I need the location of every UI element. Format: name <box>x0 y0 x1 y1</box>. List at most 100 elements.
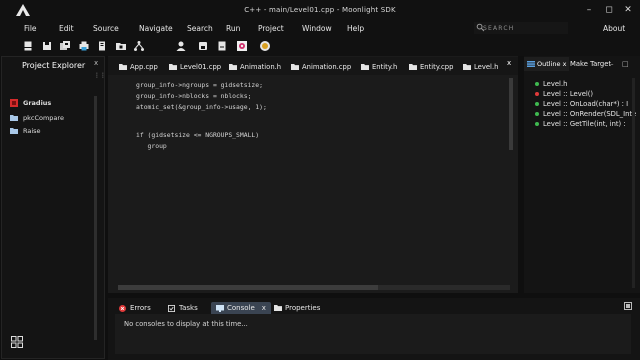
close-button[interactable]: ✕ <box>622 4 634 16</box>
tab-label: Console <box>227 304 255 312</box>
menu-help[interactable]: Help <box>347 24 364 33</box>
console-close-button[interactable]: x <box>262 304 266 312</box>
tab-level01-cpp[interactable]: Level01.cpp <box>169 60 221 74</box>
tab-animation-cpp[interactable]: Animation.cpp <box>291 60 351 74</box>
outline-maximize-button[interactable]: □ <box>622 60 629 68</box>
tab-label: Outline x <box>537 60 567 68</box>
menu-run[interactable]: Run <box>226 24 240 33</box>
user-icon[interactable] <box>175 40 187 52</box>
window-title: C++ - main/Level01.cpp - Moonlight SDK <box>244 6 396 14</box>
tab-label: Errors <box>130 304 151 312</box>
tab-console[interactable]: Console x <box>211 302 271 314</box>
outline-icon <box>527 61 535 67</box>
status-dot <box>535 122 539 126</box>
maximize-panel-icon[interactable] <box>624 302 632 310</box>
tree-item-label: pkcCompare <box>23 114 64 122</box>
tab-label: Entity.cpp <box>420 63 454 71</box>
tab-make-target[interactable]: Make Target <box>570 60 611 68</box>
status-dot <box>535 92 539 96</box>
build-icon[interactable] <box>96 40 108 52</box>
explorer-close-button[interactable]: x <box>94 59 98 67</box>
outline-item-label: Level :: GetTile(int, int) : <box>543 120 626 128</box>
menu-source[interactable]: Source <box>93 24 119 33</box>
document-icon[interactable] <box>216 40 228 52</box>
tab-label: Animation.h <box>240 63 282 71</box>
menu-search[interactable]: Search <box>187 24 213 33</box>
minimize-button[interactable]: – <box>583 4 595 16</box>
file-icon <box>229 64 237 70</box>
tree-item-gradius[interactable]: Gradius <box>10 99 51 109</box>
project-icon <box>10 99 18 107</box>
outline-item[interactable]: Level :: GetTile(int, int) : <box>535 120 626 128</box>
folder-icon <box>10 128 18 134</box>
maximize-button[interactable]: ◻ <box>603 4 615 16</box>
tab-label: Animation.cpp <box>302 63 352 71</box>
menu-about[interactable]: About <box>603 24 625 33</box>
outline-minimize-button[interactable]: – <box>610 60 614 68</box>
print-icon[interactable] <box>78 40 90 52</box>
editor-vertical-scrollbar[interactable] <box>509 78 513 150</box>
menu-window[interactable]: Window <box>302 24 332 33</box>
menu-file[interactable]: File <box>24 24 37 33</box>
tasks-icon <box>168 304 175 312</box>
tab-properties[interactable]: Properties <box>274 302 320 314</box>
tab-entity-cpp[interactable]: Entity.cpp <box>409 60 453 74</box>
editor-horizontal-scroll-thumb[interactable] <box>118 285 378 290</box>
error-icon <box>119 304 126 312</box>
folder-icon <box>274 305 282 311</box>
console-icon <box>216 304 224 312</box>
status-dot <box>535 112 539 116</box>
tree-item-raise[interactable]: Raise <box>10 127 41 137</box>
code-line: group <box>136 142 167 150</box>
outline-item[interactable]: Level :: OnLoad(char*) : I <box>535 100 628 108</box>
explorer-title: Project Explorer <box>22 61 86 70</box>
save-all-icon[interactable] <box>59 40 71 52</box>
status-dot <box>535 102 539 106</box>
tab-level-h[interactable]: Level.h <box>463 60 498 74</box>
explorer-scrollbar[interactable] <box>94 96 97 340</box>
outline-item[interactable]: Level :: OnRender(SDL_Inte <box>535 110 636 118</box>
file-icon <box>361 64 369 70</box>
code-line: atomic_set(&group_info->usage, 1); <box>136 103 267 111</box>
layout-grid-icon[interactable] <box>11 336 23 348</box>
tab-label: Level01.cpp <box>180 63 222 71</box>
database-icon[interactable] <box>197 40 209 52</box>
tab-close-button[interactable]: x <box>507 59 511 67</box>
outline-item[interactable]: Level.h <box>535 80 567 88</box>
outline-scrollbar[interactable] <box>632 78 635 288</box>
tab-label: App.cpp <box>130 63 158 71</box>
outline-item[interactable]: Level :: Level() <box>535 90 593 98</box>
tree-item-pkccompare[interactable]: pkcCompare <box>10 114 64 124</box>
code-line: group_info->ngroups = gidsetsize; <box>136 81 263 89</box>
menu-edit[interactable]: Edit <box>59 24 74 33</box>
explorer-menu-icon[interactable]: ⋮⋮ <box>94 72 106 79</box>
tab-app-cpp[interactable]: App.cpp <box>119 60 158 74</box>
file-icon <box>409 64 417 70</box>
tab-label: Tasks <box>179 304 198 312</box>
menu-navigate[interactable]: Navigate <box>139 24 173 33</box>
tree-item-label: Gradius <box>23 99 52 107</box>
file-icon <box>169 64 177 70</box>
tab-outline[interactable]: Outline x <box>524 57 570 71</box>
file-icon <box>119 64 127 70</box>
badge-icon[interactable] <box>259 40 271 52</box>
plugin-icon[interactable] <box>236 40 248 52</box>
open-folder-icon[interactable] <box>115 40 127 52</box>
save-icon[interactable] <box>41 40 53 52</box>
tab-label: Properties <box>285 304 321 312</box>
tab-errors[interactable]: Errors <box>119 302 151 314</box>
tab-animation-h[interactable]: Animation.h <box>229 60 281 74</box>
code-line: group_info->nblocks = nblocks; <box>136 92 252 100</box>
tab-entity-h[interactable]: Entity.h <box>361 60 397 74</box>
new-file-icon[interactable] <box>22 40 34 52</box>
tab-tasks[interactable]: Tasks <box>168 302 198 314</box>
console-message: No consoles to display at this time... <box>124 320 248 328</box>
tree-item-label: Raise <box>23 127 41 135</box>
outline-item-label: Level :: OnRender(SDL_Inte <box>543 110 637 118</box>
hierarchy-icon[interactable] <box>133 40 145 52</box>
file-icon <box>463 64 471 70</box>
status-dot <box>535 82 539 86</box>
menu-project[interactable]: Project <box>258 24 284 33</box>
outline-item-label: Level :: OnLoad(char*) : I <box>543 100 629 108</box>
file-icon <box>291 64 299 70</box>
